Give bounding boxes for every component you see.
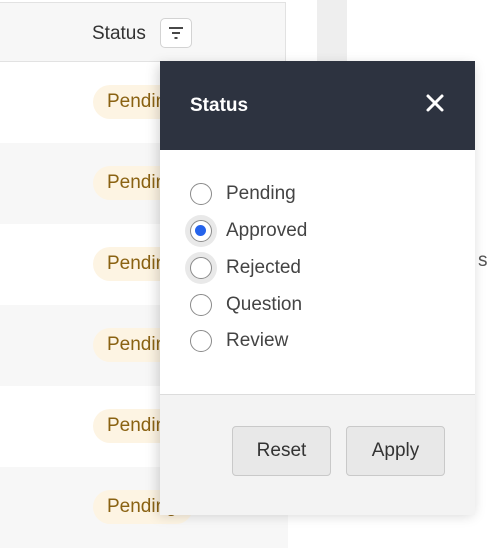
status-filter-popup: Status Pending Approved Rejected Questio… [160, 61, 475, 515]
radio-button-selected[interactable] [190, 220, 212, 242]
option-label: Pending [226, 183, 296, 204]
option-label: Review [226, 330, 289, 351]
reset-button[interactable]: Reset [232, 426, 331, 476]
option-label: Question [226, 294, 303, 315]
filter-button[interactable] [160, 18, 192, 48]
close-button[interactable] [423, 91, 447, 115]
popup-title: Status [190, 95, 249, 116]
radio-button[interactable] [190, 294, 212, 316]
radio-dot [195, 225, 206, 236]
apply-button[interactable]: Apply [346, 426, 445, 476]
status-column-header: Status [92, 23, 146, 44]
popup-footer: Reset Apply [160, 394, 475, 515]
right-panel-text: si [478, 250, 488, 271]
radio-button[interactable] [190, 257, 212, 279]
filter-icon [169, 27, 183, 39]
option-approved[interactable]: Approved [190, 218, 430, 248]
radio-button[interactable] [190, 183, 212, 205]
option-question[interactable]: Question [190, 292, 430, 322]
table-header: Status [0, 2, 286, 62]
close-icon [426, 94, 444, 112]
option-review[interactable]: Review [190, 328, 430, 358]
option-rejected[interactable]: Rejected [190, 255, 430, 285]
popup-header: Status [160, 61, 475, 150]
radio-button[interactable] [190, 330, 212, 352]
option-label: Approved [226, 220, 308, 241]
option-pending[interactable]: Pending [190, 181, 430, 211]
option-label: Rejected [226, 257, 301, 278]
